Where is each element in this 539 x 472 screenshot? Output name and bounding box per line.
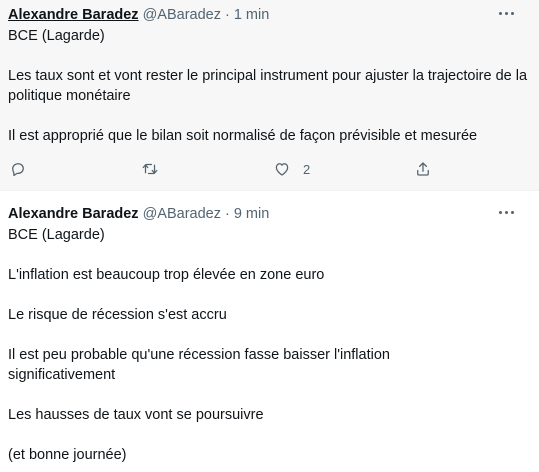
share-icon — [417, 162, 429, 176]
more-icon-dot — [510, 11, 514, 15]
tweet-paragraph: Il est approprié que le bilan soit norma… — [8, 128, 478, 144]
tweet-paragraph: Il est peu probable qu'une récession fas… — [8, 347, 394, 383]
tweet-paragraph: (et bonne journée) — [8, 447, 127, 463]
retweet-button[interactable] — [141, 158, 159, 180]
tweet-actions: 2 — [0, 158, 539, 180]
author-handle[interactable]: @ABaradez — [143, 204, 221, 224]
tweet-time[interactable]: 1 min — [234, 5, 269, 25]
tweet-paragraph: Les hausses de taux vont se poursuivre — [8, 407, 264, 423]
more-icon-dot — [498, 11, 502, 15]
separator: · — [224, 7, 230, 23]
more-icon-dot — [498, 210, 502, 214]
tweet-header: Alexandre Baradez @ABaradez · 9 min — [8, 204, 499, 224]
tweet-paragraph: L'inflation est beaucoup trop élevée en … — [8, 267, 325, 283]
like-count: 2 — [303, 161, 311, 177]
tweet-time[interactable]: 9 min — [234, 204, 269, 224]
separator: · — [224, 206, 230, 222]
timeline: Alexandre Baradez @ABaradez · 1 min BCE … — [0, 0, 539, 472]
author-handle[interactable]: @ABaradez — [143, 5, 221, 25]
more-options-button[interactable] — [493, 203, 519, 221]
reply-button[interactable] — [9, 158, 27, 180]
more-icon-dot — [504, 11, 508, 15]
retweet-icon — [142, 163, 158, 175]
author-name[interactable]: Alexandre Baradez — [8, 5, 139, 25]
tweet-paragraph: Le risque de récession s'est accru — [8, 307, 227, 323]
tweet-paragraph: Les taux sont et vont rester le principa… — [8, 68, 532, 104]
tweet[interactable]: Alexandre Baradez @ABaradez · 1 min BCE … — [0, 0, 539, 191]
author-name[interactable]: Alexandre Baradez — [8, 204, 139, 224]
more-icon-dot — [504, 210, 508, 214]
tweet-paragraph: BCE (Lagarde) — [8, 227, 105, 243]
like-button[interactable]: 2 — [273, 158, 310, 180]
tweet[interactable]: Alexandre Baradez @ABaradez · 9 min BCE … — [0, 191, 539, 472]
more-options-button[interactable] — [493, 4, 519, 22]
tweet-header: Alexandre Baradez @ABaradez · 1 min — [8, 5, 499, 25]
like-icon — [275, 163, 289, 176]
tweet-paragraph: BCE (Lagarde) — [8, 28, 105, 44]
reply-icon — [12, 163, 24, 177]
more-icon-dot — [510, 210, 514, 214]
share-button[interactable] — [414, 158, 432, 180]
